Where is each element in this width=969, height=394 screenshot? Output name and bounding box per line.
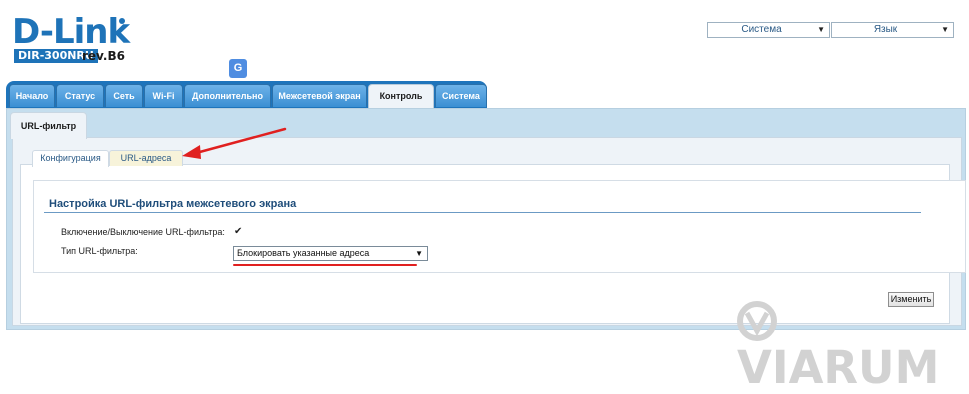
filter-type-select[interactable]: Блокировать указанные адреса ▼ [233,246,428,261]
tab-configuration[interactable]: Конфигурация [32,150,109,167]
watermark-text: VIARUM [737,341,940,394]
translate-icon[interactable]: G [229,59,247,78]
section-title: Настройка URL-фильтра межсетевого экрана [49,198,297,210]
enable-checkbox[interactable]: ✔ [234,227,243,237]
system-menu-label: Система [741,24,782,35]
language-select[interactable]: Язык ▼ [831,22,954,38]
model-revision: rev.B6 [82,49,125,63]
system-menu-select[interactable]: Система ▼ [707,22,830,38]
title-underline [44,212,921,213]
tab-network[interactable]: Сеть [105,84,143,107]
tab-home[interactable]: Начало [9,84,55,107]
tab-status[interactable]: Статус [56,84,104,107]
logo-dot [119,18,125,24]
viarum-logo-icon [737,301,777,341]
chevron-down-icon: ▼ [941,25,949,34]
tab-control[interactable]: Контроль [368,84,434,110]
tab-wifi[interactable]: Wi-Fi [144,84,183,107]
tab-firewall[interactable]: Межсетевой экран [272,84,367,107]
sub-tab-url-filter[interactable]: URL-фильтр [10,112,87,139]
tab-advanced[interactable]: Дополнительно [184,84,271,107]
dlink-logo: D-Link [12,12,130,52]
language-label: Язык [873,24,898,35]
filter-type-value: Блокировать указанные адреса [237,248,370,258]
annotation-arrow [182,127,287,159]
tab-system[interactable]: Система [435,84,487,107]
type-label: Тип URL-фильтра: [61,246,138,256]
annotation-underline [233,264,417,266]
chevron-down-icon: ▼ [415,249,423,258]
viarum-watermark: VIARUM [737,293,969,393]
enable-label: Включение/Выключение URL-фильтра: [61,227,225,237]
chevron-down-icon: ▼ [817,25,825,34]
